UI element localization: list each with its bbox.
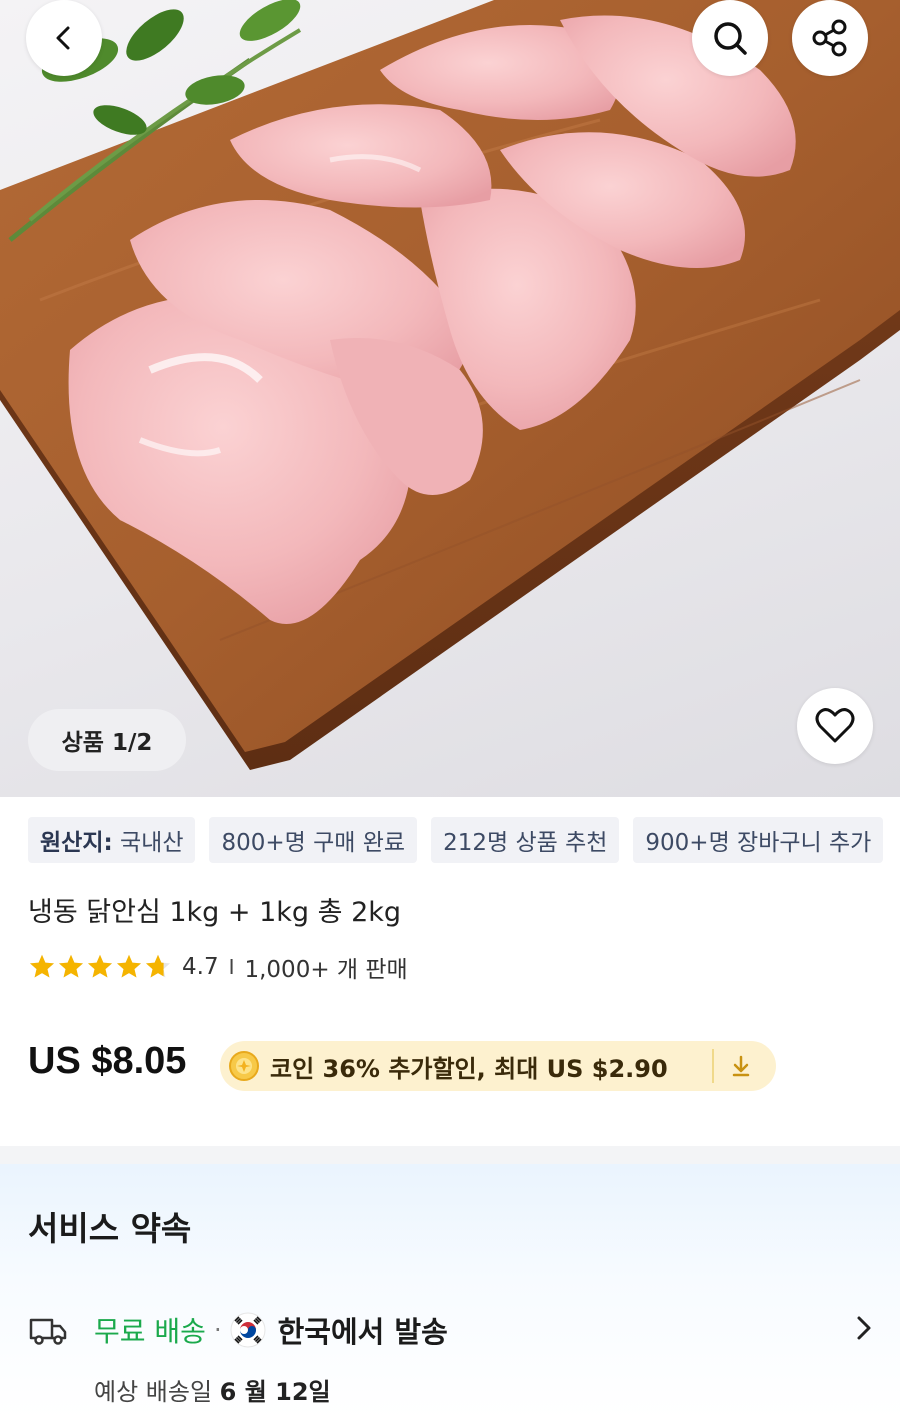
service-promise-section: 서비스 약속 무료 배송 · 한국에서 발송 예상 배송일 6 월 12일 bbox=[0, 1164, 900, 1419]
eta-label: 예상 배송일 bbox=[94, 1378, 213, 1406]
origin-tag: 원산지: 국내산 bbox=[28, 817, 196, 863]
recommended-tag: 212명 상품 추천 bbox=[431, 817, 620, 863]
korea-flag-icon bbox=[230, 1312, 266, 1348]
coin-icon bbox=[229, 1051, 259, 1081]
wishlist-button[interactable] bbox=[797, 688, 873, 764]
share-button[interactable] bbox=[792, 0, 868, 76]
star-icon bbox=[29, 954, 55, 978]
star-icon bbox=[145, 954, 171, 978]
ship-from-label: 한국에서 발송 bbox=[277, 1315, 448, 1349]
product-tags: 원산지: 국내산 800+명 구매 완료 212명 상품 추천 900+명 장바… bbox=[28, 817, 884, 863]
search-icon bbox=[714, 22, 747, 55]
shipping-row[interactable]: 무료 배송 · 한국에서 발송 bbox=[28, 1304, 878, 1356]
product-price: US $8.05 bbox=[28, 1040, 187, 1082]
sold-count: 1,000+ 개 판매 bbox=[244, 957, 408, 983]
estimated-delivery: 예상 배송일 6 월 12일 bbox=[94, 1372, 331, 1407]
search-button[interactable] bbox=[692, 0, 768, 76]
image-counter: 상품 1/2 bbox=[28, 709, 186, 771]
rating-row[interactable]: 4.7 I 1,000+ 개 판매 bbox=[28, 950, 408, 984]
star-icon bbox=[58, 954, 84, 978]
chevron-right-icon[interactable] bbox=[850, 1314, 878, 1342]
coin-divider bbox=[712, 1049, 714, 1083]
rating-value: 4.7 bbox=[182, 954, 219, 980]
product-photo bbox=[0, 0, 900, 770]
heart-icon bbox=[815, 708, 855, 743]
rating-separator: I bbox=[228, 955, 235, 979]
star-icon bbox=[87, 954, 113, 978]
product-image-gallery[interactable]: 상품 1/2 bbox=[0, 0, 900, 797]
origin-label: 원산지: bbox=[40, 830, 113, 856]
star-icon bbox=[116, 954, 142, 978]
back-button[interactable] bbox=[26, 0, 102, 76]
coin-discount-banner[interactable]: 코인 36% 추가할인, 최대 US $2.90 bbox=[220, 1041, 776, 1091]
origin-value: 국내산 bbox=[120, 830, 184, 856]
download-icon[interactable] bbox=[726, 1051, 756, 1081]
eta-date: 6 월 12일 bbox=[219, 1378, 331, 1406]
cart-tag: 900+명 장바구니 추가 bbox=[633, 817, 884, 863]
coin-discount-text: 코인 36% 추가할인, 최대 US $2.90 bbox=[270, 1054, 668, 1083]
service-title: 서비스 약속 bbox=[28, 1209, 192, 1248]
rating-stars bbox=[28, 953, 172, 981]
free-shipping-label: 무료 배송 bbox=[94, 1315, 206, 1348]
product-title: 냉동 닭안심 1kg + 1kg 총 2kg bbox=[28, 897, 402, 928]
purchased-tag: 800+명 구매 완료 bbox=[209, 817, 418, 863]
chevron-left-icon bbox=[56, 26, 70, 50]
separator-dot: · bbox=[213, 1316, 222, 1344]
truck-icon bbox=[29, 1318, 67, 1345]
section-divider bbox=[0, 1146, 900, 1164]
share-icon bbox=[812, 19, 847, 57]
